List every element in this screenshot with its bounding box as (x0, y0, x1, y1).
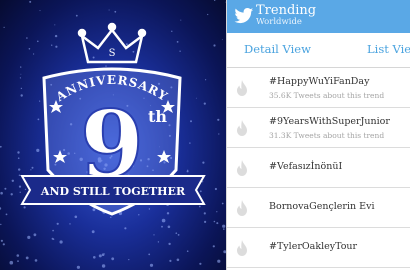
flame-icon (237, 120, 247, 136)
tab-list-view[interactable]: List View (367, 42, 410, 56)
anniversary-banner-image: S ANNIVERSARY 9 th AND STILL TOGETHER (0, 0, 226, 270)
trend-subtitle: 31.3K Tweets about this trend (269, 131, 385, 140)
view-tabs: Detail View List View (227, 33, 410, 68)
flame-icon (237, 160, 247, 176)
trend-row[interactable]: #VefasızİnönüI (227, 148, 410, 188)
flame-icon (237, 80, 247, 96)
twitter-bird-icon (234, 8, 254, 24)
trend-name: BornovaGençlerin Evi (269, 201, 375, 212)
trending-header: Trending Worldwide (227, 0, 410, 33)
trend-row[interactable]: #TylerOakleyTour (227, 228, 410, 268)
trend-name: #VefasızİnönüI (269, 161, 343, 172)
flame-icon (237, 200, 247, 216)
trend-subtitle: 35.6K Tweets about this trend (269, 91, 385, 100)
trend-row[interactable]: BornovaGençlerin Evi (227, 188, 410, 228)
trends-list: #HappyWuYiFanDay 35.6K Tweets about this… (227, 68, 410, 268)
tab-detail-view[interactable]: Detail View (244, 42, 311, 56)
ribbon-text: AND STILL TOGETHER (40, 185, 186, 198)
header-title: Trending (256, 3, 317, 18)
crown-letter: S (109, 48, 116, 59)
trend-row[interactable]: #9YearsWithSuperJunior 31.3K Tweets abou… (227, 108, 410, 148)
flame-icon (237, 240, 247, 256)
banner-artwork: S ANNIVERSARY 9 th AND STILL TOGETHER (0, 0, 226, 269)
trend-row[interactable]: #HappyWuYiFanDay 35.6K Tweets about this… (227, 68, 410, 108)
trend-name: #9YearsWithSuperJunior (269, 116, 390, 127)
trend-name: #HappyWuYiFanDay (269, 76, 370, 87)
trend-name: #TylerOakleyTour (269, 241, 358, 252)
trending-panel: Trending Worldwide Detail View List View… (226, 0, 410, 270)
header-subtitle: Worldwide (256, 17, 302, 27)
